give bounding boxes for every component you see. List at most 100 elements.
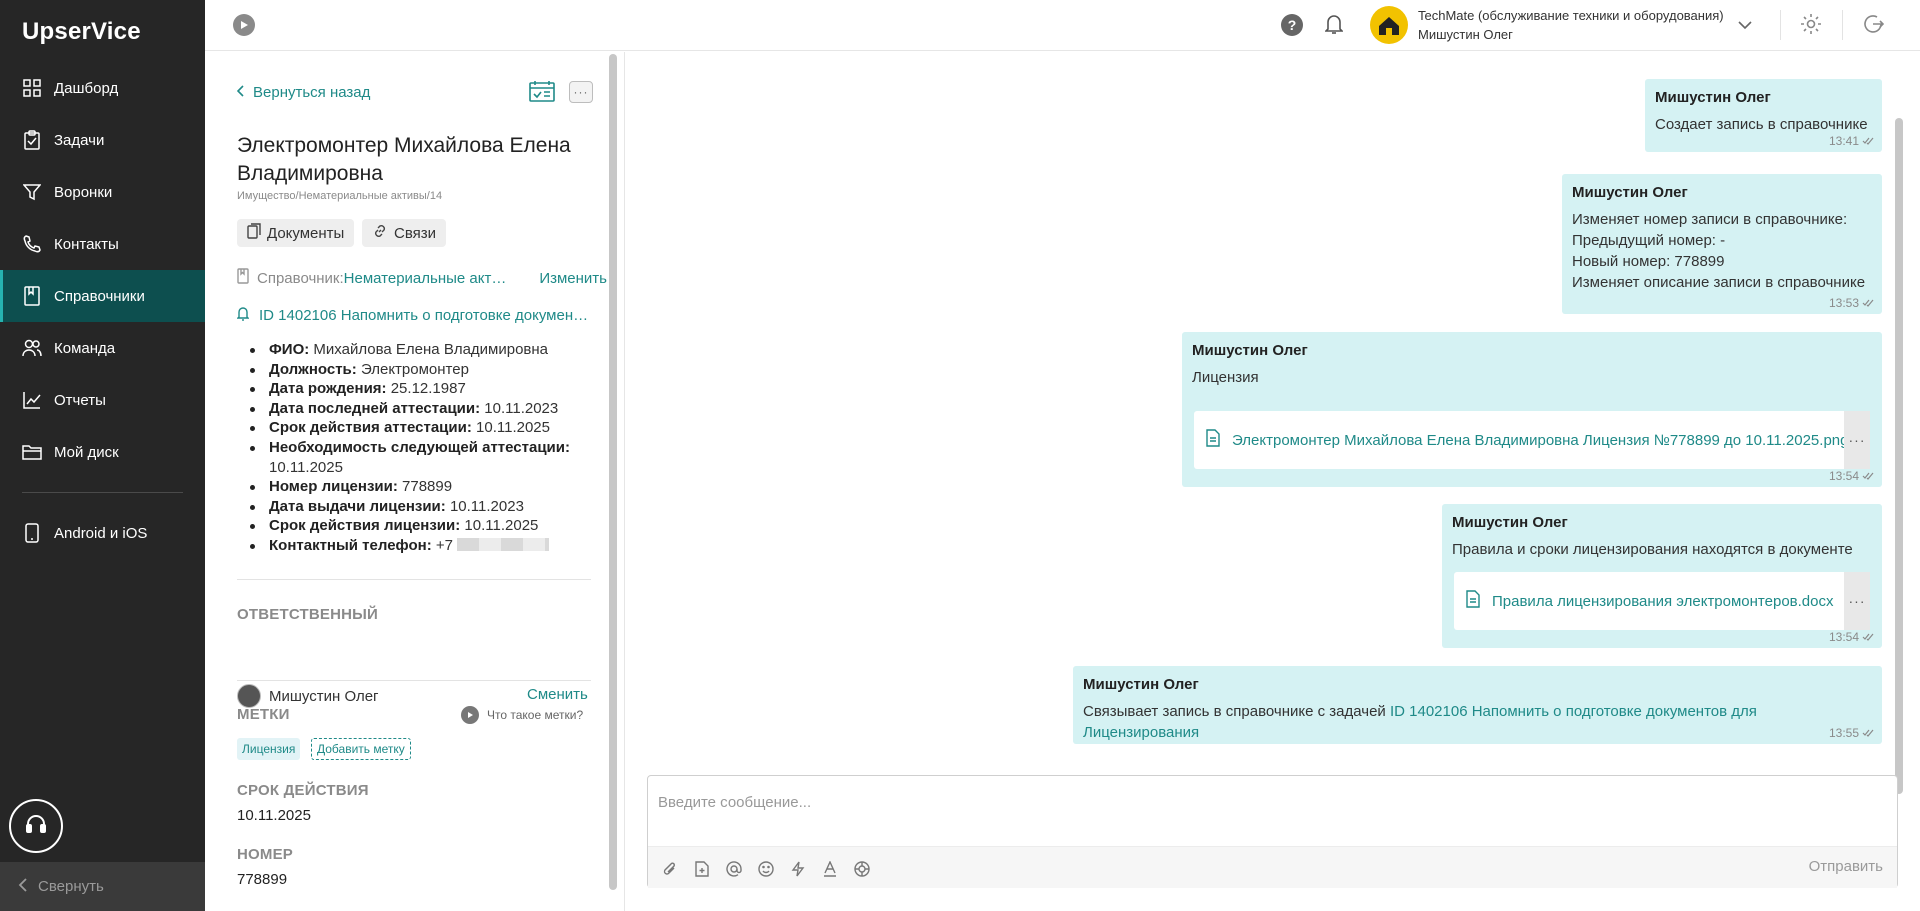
more-options-button[interactable]: ··· bbox=[569, 81, 593, 103]
field-item: Срок действия лицензии: 10.11.2025 bbox=[237, 516, 577, 536]
back-link[interactable]: Вернуться назад bbox=[236, 84, 370, 101]
linked-task-link[interactable]: ID 1402106 Напомнить о подготовке докуме… bbox=[237, 306, 607, 325]
field-item: Срок действия аттестации: 10.11.2025 bbox=[237, 418, 577, 438]
file-more-button[interactable]: ··· bbox=[1844, 572, 1870, 630]
chat-message: Мишустин Олег Связывает запись в справоч… bbox=[1073, 666, 1882, 744]
tags-heading: МЕТКИ bbox=[237, 706, 290, 723]
nav-item-dashboard[interactable]: Дашборд bbox=[0, 62, 205, 114]
avatar bbox=[237, 684, 261, 708]
user-name: Мишустин Олег bbox=[1418, 27, 1513, 42]
file-icon bbox=[1206, 429, 1220, 451]
collapse-sidebar-button[interactable]: Свернуть bbox=[0, 862, 205, 911]
number-heading: НОМЕР bbox=[237, 846, 294, 863]
validity-value: 10.11.2025 bbox=[237, 807, 311, 824]
company-logo[interactable] bbox=[1370, 6, 1408, 44]
mobile-icon bbox=[22, 523, 42, 543]
directory-link[interactable]: Нематериальные активы bbox=[344, 270, 512, 287]
directory-row: Справочник: Нематериальные активы Измени… bbox=[237, 268, 607, 288]
record-detail-panel: Вернуться назад ··· Электромонтер Михайл… bbox=[205, 52, 625, 911]
nav-item-mobile[interactable]: Android и iOS bbox=[0, 507, 205, 559]
message-time: 13:55 bbox=[1829, 726, 1874, 740]
message-input[interactable] bbox=[658, 784, 1878, 820]
directory-prefix: Справочник: bbox=[257, 269, 344, 287]
redacted-phone bbox=[457, 537, 550, 551]
play-icon[interactable] bbox=[233, 14, 255, 36]
check-icon bbox=[1862, 726, 1874, 740]
scrollbar[interactable] bbox=[1895, 118, 1903, 794]
links-button[interactable]: Связи bbox=[362, 219, 447, 247]
chevron-left-icon bbox=[236, 84, 245, 101]
app-logo[interactable]: UpserVice bbox=[22, 18, 141, 46]
responsible-name: Мишустин Олег bbox=[269, 687, 379, 705]
divider bbox=[1780, 10, 1781, 40]
message-text: Лицензия bbox=[1192, 369, 1259, 386]
links-label: Связи bbox=[394, 224, 437, 242]
message-author: Мишустин Олег bbox=[1083, 676, 1199, 693]
validity-heading: СРОК ДЕЙСТВИЯ bbox=[237, 782, 369, 799]
support-button[interactable] bbox=[9, 799, 63, 853]
check-icon bbox=[1862, 469, 1874, 483]
team-icon bbox=[22, 338, 42, 358]
add-tag-button[interactable]: Добавить метку bbox=[311, 738, 411, 760]
paperclip-icon[interactable] bbox=[660, 859, 680, 879]
palette-icon[interactable] bbox=[852, 859, 872, 879]
tag-license[interactable]: Лицензия bbox=[237, 738, 301, 760]
file-icon bbox=[1466, 590, 1480, 612]
nav-label: Задачи bbox=[54, 131, 105, 149]
message-text: Правила и сроки лицензирования находятся… bbox=[1452, 541, 1853, 558]
book-icon bbox=[22, 286, 42, 306]
nav-item-team[interactable]: Команда bbox=[0, 322, 205, 374]
nav-item-reports[interactable]: Отчеты bbox=[0, 374, 205, 426]
nav-label: Воронки bbox=[54, 183, 113, 201]
chevron-down-icon[interactable] bbox=[1738, 17, 1752, 34]
nav-item-directories[interactable]: Справочники bbox=[0, 270, 205, 322]
account-info[interactable]: TechMate (обслуживание техники и оборудо… bbox=[1418, 6, 1724, 44]
check-icon bbox=[1862, 296, 1874, 310]
sidebar: UpserVice Дашборд Задачи Воронки Контакт… bbox=[0, 0, 205, 911]
message-author: Мишустин Олег bbox=[1655, 89, 1771, 106]
nav-label: Дашборд bbox=[54, 79, 119, 97]
gear-icon[interactable] bbox=[1800, 13, 1822, 39]
nav-item-funnels[interactable]: Воронки bbox=[0, 166, 205, 218]
logout-icon[interactable] bbox=[1862, 13, 1885, 39]
what-tags-label: Что такое метки? bbox=[487, 708, 584, 722]
change-directory-link[interactable]: Изменить bbox=[539, 270, 607, 287]
send-button[interactable]: Отправить bbox=[1809, 858, 1883, 875]
text-format-icon[interactable] bbox=[820, 859, 840, 879]
nav-item-disk[interactable]: Мой диск bbox=[0, 426, 205, 478]
field-item: Контактный телефон: +7 bbox=[237, 536, 577, 556]
lightning-icon[interactable] bbox=[788, 859, 808, 879]
message-time: 13:54 bbox=[1829, 630, 1874, 644]
link-icon bbox=[372, 223, 388, 243]
document-add-icon[interactable] bbox=[692, 859, 712, 879]
what-are-tags-link[interactable]: Что такое метки? bbox=[461, 706, 583, 724]
field-item: ФИО: Михайлова Елена Владимировна bbox=[237, 340, 577, 360]
file-attachment[interactable]: Электромонтер Михайлова Елена Владимиров… bbox=[1194, 411, 1870, 469]
scrollbar[interactable] bbox=[609, 54, 617, 890]
play-icon bbox=[461, 706, 479, 724]
divider bbox=[1842, 10, 1843, 40]
mention-icon[interactable] bbox=[724, 859, 744, 879]
file-more-button[interactable]: ··· bbox=[1844, 411, 1870, 469]
file-attachment[interactable]: Правила лицензирования электромонтеров.d… bbox=[1454, 572, 1870, 630]
change-responsible-link[interactable]: Сменить bbox=[527, 686, 588, 703]
message-text: Изменяет номер записи в справочнике: Пре… bbox=[1572, 211, 1866, 291]
main-nav: Дашборд Задачи Воронки Контакты Справочн… bbox=[0, 62, 205, 559]
documents-button[interactable]: Документы bbox=[237, 219, 355, 247]
help-icon[interactable]: ? bbox=[1281, 14, 1303, 36]
bell-icon bbox=[237, 306, 250, 325]
field-item: Дата последней аттестации: 10.11.2023 bbox=[237, 399, 577, 419]
folder-icon bbox=[22, 442, 42, 462]
bell-icon[interactable] bbox=[1324, 13, 1344, 39]
field-item: Должность: Электромонтер bbox=[237, 360, 577, 380]
company-name: TechMate (обслуживание техники и оборудо… bbox=[1418, 8, 1724, 23]
nav-item-contacts[interactable]: Контакты bbox=[0, 218, 205, 270]
emoji-icon[interactable] bbox=[756, 859, 776, 879]
nav-item-tasks[interactable]: Задачи bbox=[0, 114, 205, 166]
calendar-icon[interactable] bbox=[529, 80, 555, 106]
record-fields: ФИО: Михайлова Елена Владимировна Должно… bbox=[237, 340, 577, 556]
nav-label: Мой диск bbox=[54, 443, 119, 461]
chart-icon bbox=[22, 390, 42, 410]
phone-icon bbox=[22, 234, 42, 254]
nav-label: Отчеты bbox=[54, 391, 106, 409]
